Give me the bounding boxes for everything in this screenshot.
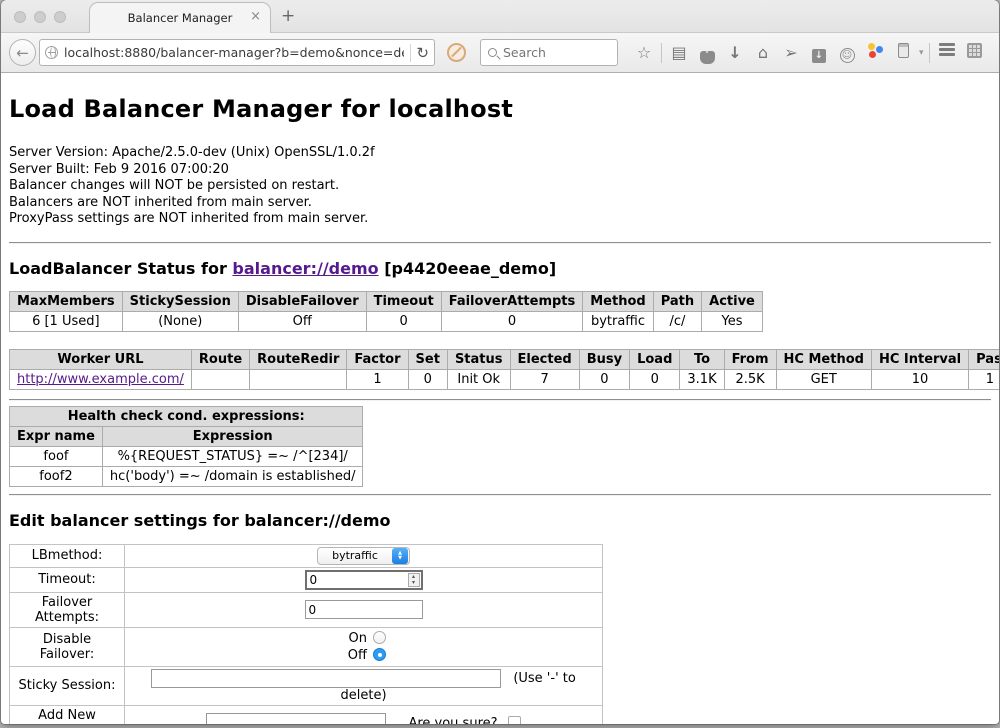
health-header-row: Expr name Expression	[10, 426, 363, 446]
failover-attempts-row: Failover Attempts:	[10, 592, 603, 627]
disable-failover-row: Disable Failover: On Off	[10, 627, 603, 666]
search-input[interactable]	[503, 45, 603, 60]
chevron-down-icon[interactable]: ▾	[917, 48, 926, 58]
menu-hamburger-icon[interactable]	[933, 39, 961, 67]
number-spinner-icon[interactable]: ▴▾	[408, 573, 420, 587]
timeout-label: Timeout:	[10, 567, 125, 592]
worker-value-row: http://www.example.com/ 1 0 Init Ok 7 0 …	[10, 369, 1000, 389]
search-bar[interactable]	[480, 39, 618, 66]
close-window-button[interactable]	[14, 11, 26, 23]
lbmethod-select[interactable]: bytraffic ▲▼	[317, 547, 410, 565]
add-worker-row: Add New Worker: Are you sure?	[10, 705, 603, 724]
back-icon: ←	[16, 44, 29, 62]
disable-failover-off-radio[interactable]	[373, 648, 386, 661]
tab-strip: Balancer Manager × +	[1, 0, 999, 33]
loadbalancer-status-heading: LoadBalancer Status for balancer://demo …	[9, 259, 991, 278]
battery-extension-icon[interactable]	[889, 39, 917, 67]
feedback-smiley-icon[interactable]: ☺	[833, 39, 861, 67]
health-row-foof: foof %{REQUEST_STATUS} =~ /^[234]/	[10, 446, 363, 466]
lbmethod-selected-value: bytraffic	[318, 549, 392, 562]
toolbar-divider	[661, 43, 662, 63]
select-stepper-icon: ▲▼	[392, 548, 408, 564]
health-check-table: Health check cond. expressions: Expr nam…	[9, 406, 363, 487]
server-info: Server Version: Apache/2.5.0-dev (Unix) …	[9, 145, 991, 228]
tab-title: Balancer Manager	[128, 11, 233, 25]
are-you-sure-checkbox[interactable]	[508, 716, 521, 725]
sticky-session-label: Sticky Session:	[10, 666, 125, 705]
pocket-icon[interactable]: ˅	[693, 39, 721, 67]
add-worker-label: Add New Worker:	[10, 705, 125, 724]
disable-failover-on-radio[interactable]	[373, 631, 386, 644]
browser-window: Balancer Manager × + ← localhost:8880/ba…	[1, 0, 999, 724]
send-icon[interactable]: ➢	[777, 39, 805, 67]
server-version-line: Server Version: Apache/2.5.0-dev (Unix) …	[9, 145, 991, 162]
tab-close-icon[interactable]: ×	[250, 10, 261, 23]
add-worker-input[interactable]	[206, 713, 386, 724]
home-icon[interactable]: ⌂	[749, 39, 777, 67]
downloads-icon[interactable]: ↓	[721, 39, 749, 67]
worker-url-link[interactable]: http://www.example.com/	[17, 372, 184, 387]
divider	[9, 399, 991, 401]
server-built-line: Server Built: Feb 9 2016 07:00:20	[9, 162, 991, 179]
balancer-status-table: MaxMembers StickySession DisableFailover…	[9, 291, 763, 332]
lbmethod-row: LBmethod: bytraffic ▲▼	[10, 544, 603, 567]
page-content: Load Balancer Manager for localhost Serv…	[1, 73, 999, 724]
navigation-toolbar: ← localhost:8880/balancer-manager?b=demo…	[1, 33, 999, 73]
disable-failover-label: Disable Failover:	[10, 627, 125, 666]
toolbar-divider-2	[929, 43, 930, 63]
timeout-input[interactable]	[305, 570, 423, 590]
radio-on-label: On	[341, 630, 367, 647]
url-divider	[410, 44, 411, 62]
bookmark-star-icon[interactable]: ☆	[630, 39, 658, 67]
sticky-session-row: Sticky Session: (Use '-' to delete)	[10, 666, 603, 705]
grid-extension-icon[interactable]	[961, 39, 989, 67]
window-controls[interactable]	[14, 11, 66, 23]
clipboard-icon[interactable]: ▤	[665, 39, 693, 67]
content-blocked-icon[interactable]	[447, 43, 466, 62]
colored-dots-extension-icon[interactable]	[861, 39, 889, 67]
balancer-header-row: MaxMembers StickySession DisableFailover…	[10, 291, 763, 311]
new-tab-button[interactable]: +	[281, 6, 295, 26]
reload-button[interactable]: ↻	[416, 44, 429, 62]
tab-balancer-manager[interactable]: Balancer Manager ×	[89, 2, 271, 33]
toolbar-icons: ☆ ▤ ˅ ↓ ⌂ ➢ ↓ ☺ ▾	[630, 39, 989, 67]
edit-balancer-form: LBmethod: bytraffic ▲▼ Timeout: ▴▾	[9, 544, 603, 725]
page-title: Load Balancer Manager for localhost	[9, 95, 991, 123]
balancer-value-row: 6 [1 Used] (None) Off 0 0 bytraffic /c/ …	[10, 311, 763, 331]
edit-settings-heading: Edit balancer settings for balancer://de…	[9, 511, 991, 530]
extension-download-icon[interactable]: ↓	[805, 39, 833, 67]
zoom-window-button[interactable]	[54, 11, 66, 23]
health-caption: Health check cond. expressions:	[10, 406, 363, 426]
globe-icon	[45, 46, 58, 59]
proxypass-inherit-line: ProxyPass settings are NOT inherited fro…	[9, 211, 991, 228]
health-row-foof2: foof2 hc('body') =~ /domain is establish…	[10, 466, 363, 486]
search-icon	[488, 48, 497, 57]
radio-off-label: Off	[341, 647, 367, 664]
timeout-row: Timeout: ▴▾	[10, 567, 603, 592]
balancer-demo-link[interactable]: balancer://demo	[232, 259, 378, 278]
minimize-window-button[interactable]	[34, 11, 46, 23]
back-button[interactable]: ←	[9, 39, 36, 66]
divider	[9, 242, 991, 244]
worker-header-row: Worker URL Route RouteRedir Factor Set S…	[10, 349, 1000, 369]
balancers-inherit-line: Balancers are NOT inherited from main se…	[9, 195, 991, 212]
failover-attempts-label: Failover Attempts:	[10, 592, 125, 627]
are-you-sure-label: Are you sure?	[408, 716, 497, 725]
failover-attempts-input[interactable]	[305, 600, 423, 619]
divider	[9, 494, 991, 496]
persist-warning-line: Balancer changes will NOT be persisted o…	[9, 178, 991, 195]
health-caption-row: Health check cond. expressions:	[10, 406, 363, 426]
worker-table: Worker URL Route RouteRedir Factor Set S…	[9, 349, 999, 390]
sticky-session-input[interactable]	[151, 669, 501, 688]
url-bar[interactable]: localhost:8880/balancer-manager?b=demo&n…	[39, 39, 435, 66]
url-text[interactable]: localhost:8880/balancer-manager?b=demo&n…	[64, 45, 404, 60]
lbmethod-label: LBmethod:	[10, 544, 125, 567]
